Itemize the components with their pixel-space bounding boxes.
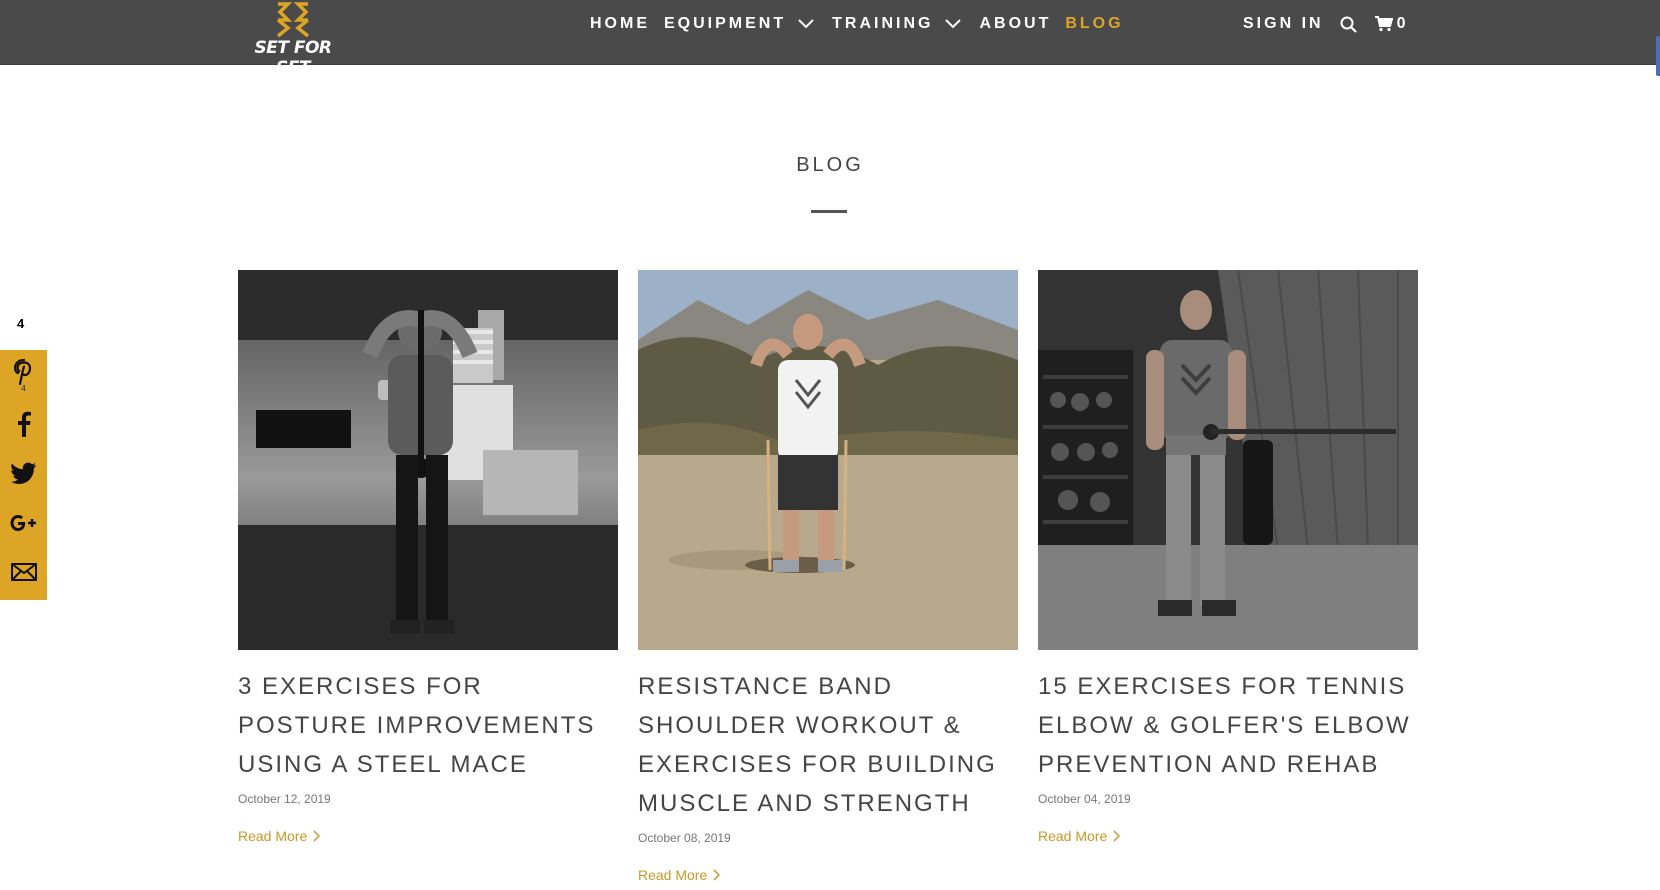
facebook-icon (17, 411, 31, 437)
read-more-link[interactable]: Read More (238, 828, 321, 844)
blog-post-card: 3 EXERCISES FOR POSTURE IMPROVEMENTS USI… (238, 270, 618, 846)
title-divider (811, 210, 847, 213)
post-date: October 12, 2019 (238, 792, 331, 806)
read-more-link[interactable]: Read More (1038, 828, 1121, 844)
nav-training[interactable]: TRAINING (832, 15, 965, 33)
sign-in-link[interactable]: SIGN IN (1243, 15, 1324, 33)
main-nav: HOME EQUIPMENT TRAINING ABOUT BLOG (590, 0, 1138, 48)
read-more-link[interactable]: Read More (638, 867, 721, 883)
chevron-right-icon (313, 830, 321, 842)
search-icon (1340, 16, 1357, 33)
email-icon (10, 563, 37, 581)
post-title[interactable]: RESISTANCE BAND SHOULDER WORKOUT & EXERC… (638, 667, 1018, 823)
post-photo (238, 270, 618, 650)
pinterest-share-button[interactable]: 4 (0, 350, 47, 394)
logo-text: SET FOR SET (254, 38, 332, 78)
post-title[interactable]: 3 EXERCISES FOR POSTURE IMPROVEMENTS USI… (238, 667, 618, 784)
post-title[interactable]: 15 EXERCISES FOR TENNIS ELBOW & GOLFER'S… (1038, 667, 1418, 784)
nav-blog[interactable]: BLOG (1065, 15, 1123, 33)
side-tab[interactable] (1656, 36, 1660, 76)
nav-about[interactable]: ABOUT (979, 15, 1051, 33)
cart-count: 0 (1396, 15, 1406, 32)
post-image[interactable] (638, 270, 1018, 650)
post-image[interactable] (1038, 270, 1418, 650)
pinterest-count: 4 (21, 384, 26, 393)
chevron-down-icon (945, 19, 962, 29)
chevron-right-icon (713, 869, 721, 881)
search-button[interactable] (1340, 16, 1357, 33)
nav-blog-label: BLOG (1065, 15, 1124, 32)
blog-post-card: 15 EXERCISES FOR TENNIS ELBOW & GOLFER'S… (1038, 270, 1418, 846)
read-more-label: Read More (1038, 828, 1108, 844)
chevron-right-icon (1113, 830, 1121, 842)
sign-in-label: SIGN IN (1243, 15, 1324, 32)
nav-training-label: TRAINING (832, 15, 934, 32)
nav-about-label: ABOUT (979, 15, 1052, 32)
nav-equipment[interactable]: EQUIPMENT (664, 15, 818, 33)
cart-button[interactable]: 0 (1374, 15, 1406, 33)
blog-post-card: RESISTANCE BAND SHOULDER WORKOUT & EXERC… (638, 270, 1018, 885)
email-share-button[interactable] (0, 550, 47, 594)
nav-home-label: HOME (590, 15, 650, 32)
post-date: October 08, 2019 (638, 831, 731, 845)
twitter-share-button[interactable] (0, 451, 47, 495)
chevron-down-icon (798, 19, 814, 29)
facebook-share-button[interactable] (0, 402, 47, 446)
post-image[interactable] (238, 270, 618, 650)
utility-nav: SIGN IN 0 (1243, 0, 1405, 48)
cart-icon (1374, 16, 1393, 32)
page-title: BLOG (796, 154, 864, 176)
read-more-label: Read More (238, 828, 308, 844)
google-plus-icon (10, 515, 36, 531)
twitter-icon (10, 462, 36, 484)
logo-mark-icon (276, 2, 310, 38)
share-count: 4 (17, 316, 25, 331)
read-more-label: Read More (638, 867, 708, 883)
social-share-bar: 4 (0, 350, 47, 600)
post-photo (1038, 270, 1418, 650)
post-date: October 04, 2019 (1038, 792, 1131, 806)
pinterest-icon (13, 359, 31, 385)
site-header: SET FOR SET HOME EQUIPMENT TRAINING ABOU… (0, 0, 1660, 78)
nav-equipment-label: EQUIPMENT (664, 15, 787, 32)
site-logo[interactable]: SET FOR SET (238, 2, 348, 78)
nav-home[interactable]: HOME (590, 15, 650, 33)
post-photo (638, 270, 1018, 650)
google-plus-share-button[interactable] (0, 501, 47, 545)
